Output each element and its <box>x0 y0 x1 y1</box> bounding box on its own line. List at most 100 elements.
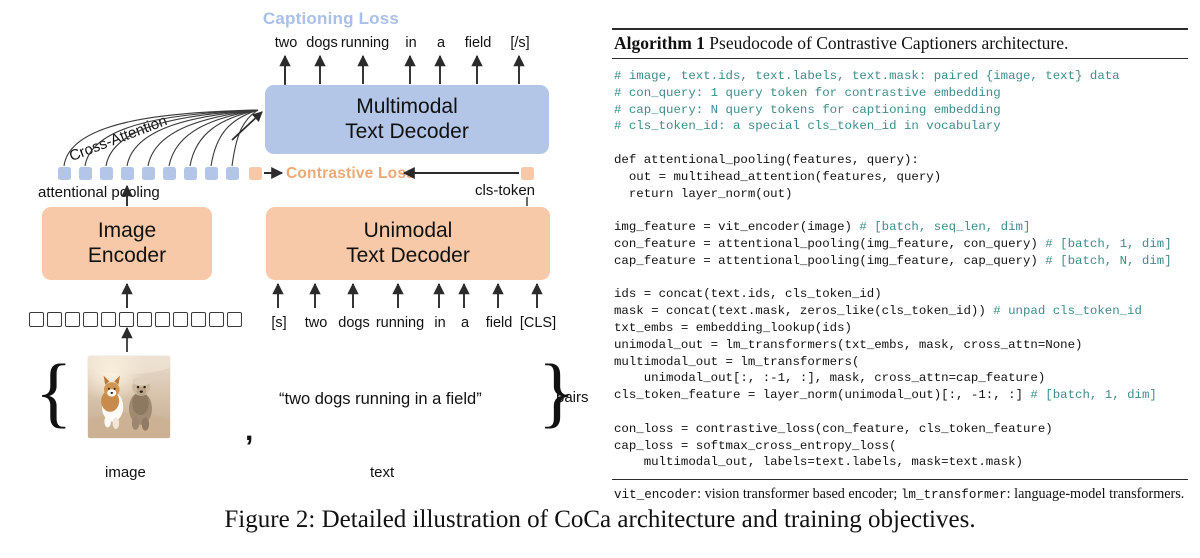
pooling-token-square <box>184 167 197 180</box>
cls-token-square <box>521 167 534 180</box>
figure-caption: Figure 2: Detailed illustration of CoCa … <box>224 506 976 533</box>
code-line: cap_loss = softmax_cross_entropy_loss( <box>614 438 897 453</box>
code-line: ids = concat(text.ids, cls_token_id) <box>614 287 882 302</box>
footnote-vit-encoder: vit_encoder <box>614 488 698 503</box>
output-token: [/s] <box>510 35 530 51</box>
code-comment: # unpad cls_token_id <box>993 304 1142 319</box>
code-comment: # [batch, N, dim] <box>1045 253 1172 268</box>
image-label: image <box>105 464 146 481</box>
code-text: cls_token_feature = layer_norm(unimodal_… <box>614 388 1031 403</box>
algorithm-title-text: Pseudocode of Contrastive Captioners arc… <box>704 33 1069 53</box>
image-encoder-line1: Image <box>97 218 157 242</box>
code-comment: # cap_query: N query tokens for captioni… <box>614 102 1001 117</box>
code-line: # cls_token_id: a special cls_token_id i… <box>614 119 1001 133</box>
image-patch-square <box>137 312 152 327</box>
image-patch-square <box>119 312 134 327</box>
input-token: running <box>375 315 425 331</box>
pooling-token-square <box>163 167 176 180</box>
input-token: [CLS] <box>519 315 557 331</box>
code-line: cap_feature = attentional_pooling(img_fe… <box>614 254 1172 268</box>
code-line: img_feature = vit_encoder(image) # [batc… <box>614 220 1030 234</box>
code-line: def attentional_pooling(features, query)… <box>614 152 919 167</box>
input-token: field <box>485 315 513 331</box>
image-patch-square <box>101 312 116 327</box>
captioning-loss-label: Captioning Loss <box>262 9 400 28</box>
image-patch-square <box>29 312 44 327</box>
code-line: return layer_norm(out) <box>614 186 793 201</box>
image-encoder-line2: Encoder <box>87 243 167 267</box>
attentional-pooling-label: attentional pooling <box>38 184 160 201</box>
pooling-token-square <box>121 167 134 180</box>
algorithm-footnote: vit_encoder: vision transformer based en… <box>612 480 1188 503</box>
contrastive-loss-label: Contrastive Loss <box>286 165 415 182</box>
image-patch-square <box>191 312 206 327</box>
pooling-token-square <box>58 167 71 180</box>
code-line: cls_token_feature = layer_norm(unimodal_… <box>614 388 1157 402</box>
output-token: in <box>405 35 417 51</box>
algorithm-code-block: # image, text.ids, text.labels, text.mas… <box>612 59 1188 479</box>
example-caption-text: “two dogs running in a field” <box>279 390 482 408</box>
contrastive-query-square <box>249 167 262 180</box>
footnote-text-1: : vision transformer based encoder; <box>697 486 901 503</box>
code-line: out = multihead_attention(features, quer… <box>614 169 942 184</box>
code-line: # cap_query: N query tokens for captioni… <box>614 103 1001 117</box>
algorithm-title: Algorithm 1 Pseudocode of Contrastive Ca… <box>612 30 1188 58</box>
image-patch-square <box>227 312 242 327</box>
output-token: field <box>464 35 492 51</box>
code-line: # image, text.ids, text.labels, text.mas… <box>614 69 1120 83</box>
multimodal-decoder-line2: Text Decoder <box>345 119 469 143</box>
code-line: txt_embs = embedding_lookup(ids) <box>614 320 852 335</box>
image-patch-square <box>47 312 62 327</box>
footnote-text-2: : language-model transformers. <box>1006 486 1185 503</box>
output-token: running <box>340 35 390 51</box>
code-text: cap_feature = attentional_pooling(img_fe… <box>614 253 1046 268</box>
pooling-token-square <box>142 167 155 180</box>
code-line: con_feature = attentional_pooling(img_fe… <box>614 237 1172 251</box>
code-line: # con_query: 1 query token for contrasti… <box>614 86 1001 100</box>
algorithm-panel: Algorithm 1 Pseudocode of Contrastive Ca… <box>612 28 1188 503</box>
text-label: text <box>370 464 395 481</box>
multimodal-decoder-line1: Multimodal <box>356 94 458 118</box>
code-text: con_feature = attentional_pooling(img_fe… <box>614 236 1046 251</box>
image-patch-square <box>209 312 224 327</box>
code-line: multimodal_out = lm_transformers( <box>614 354 860 369</box>
pooling-token-square <box>205 167 218 180</box>
code-comment: # [batch, 1, dim] <box>1030 388 1157 403</box>
code-comment: # [batch, seq_len, dim] <box>859 220 1031 235</box>
pairs-label: pairs <box>556 389 589 406</box>
left-brace: { <box>35 348 73 435</box>
figure-page: Captioning Loss two dogs running in a fi… <box>0 0 1200 558</box>
cls-token-label: cls-token <box>475 182 536 199</box>
code-line: multimodal_out, labels=text.labels, mask… <box>614 455 1023 470</box>
code-comment: # con_query: 1 query token for contrasti… <box>614 85 1001 100</box>
code-line: mask = concat(text.mask, zeros_like(cls_… <box>614 304 1142 318</box>
code-comment: # cls_token_id: a special cls_token_id i… <box>614 119 1001 134</box>
code-line: unimodal_out = lm_transformers(txt_embs,… <box>614 337 1083 352</box>
input-token: in <box>434 315 446 331</box>
input-token: dogs <box>338 315 370 331</box>
unimodal-decoder-line1: Unimodal <box>363 218 453 242</box>
image-patch-square <box>65 312 80 327</box>
pooling-token-square <box>79 167 92 180</box>
pooling-token-square <box>226 167 239 180</box>
code-line: unimodal_out[:, :-1, :], mask, cross_att… <box>614 371 1046 386</box>
output-token: two <box>274 35 298 51</box>
pair-separator: , <box>245 414 254 447</box>
coca-architecture-diagram: Captioning Loss two dogs running in a fi… <box>0 0 600 500</box>
input-token: two <box>304 315 328 331</box>
pooling-token-square <box>100 167 113 180</box>
example-image-thumbnail <box>88 356 170 438</box>
input-token: a <box>460 315 470 331</box>
code-text: mask = concat(text.mask, zeros_like(cls_… <box>614 304 994 319</box>
image-patch-square <box>155 312 170 327</box>
image-patch-square <box>173 312 188 327</box>
code-text: img_feature = vit_encoder(image) <box>614 220 860 235</box>
multimodal-text-decoder-box: Multimodal Text Decoder <box>265 85 549 154</box>
algorithm-number: Algorithm 1 <box>614 33 705 53</box>
code-comment: # image, text.ids, text.labels, text.mas… <box>614 69 1120 83</box>
code-comment: # [batch, 1, dim] <box>1045 236 1172 251</box>
code-line: con_loss = contrastive_loss(con_feature,… <box>614 421 1053 436</box>
